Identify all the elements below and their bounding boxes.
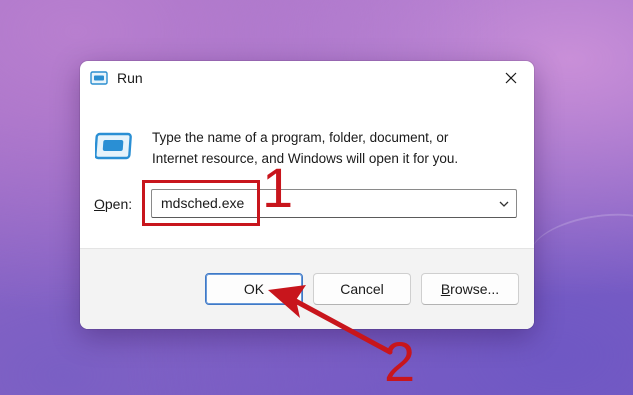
close-button[interactable] xyxy=(488,61,534,95)
instructions-line-1: Type the name of a program, folder, docu… xyxy=(152,130,449,145)
browse-button[interactable]: Browse... xyxy=(421,273,519,305)
chevron-down-icon[interactable] xyxy=(498,198,510,210)
wallpaper-swoosh xyxy=(526,205,633,287)
window-title: Run xyxy=(117,70,143,86)
open-label-mnemonic: O xyxy=(94,196,105,212)
step-1-number: 1 xyxy=(262,156,294,219)
ok-button[interactable]: OK xyxy=(205,273,303,305)
browse-mnemonic: B xyxy=(440,281,451,297)
title-bar[interactable]: Run xyxy=(80,61,534,95)
close-icon xyxy=(505,72,517,84)
cancel-button[interactable]: Cancel xyxy=(313,273,411,305)
cancel-button-label: Cancel xyxy=(340,281,384,297)
browse-button-label: Browse... xyxy=(441,281,499,297)
run-window-icon xyxy=(95,132,132,160)
open-label-rest: pen: xyxy=(104,196,133,212)
instructions-line-2: Internet resource, and Windows will open… xyxy=(152,151,459,166)
instructions-text: Type the name of a program, folder, docu… xyxy=(152,127,458,169)
open-label: Open: xyxy=(94,196,132,212)
step-2-number: 2 xyxy=(384,330,416,393)
browse-label-rest: rowse... xyxy=(450,281,500,297)
run-icon xyxy=(90,71,108,85)
highlight-box-step-1 xyxy=(142,180,260,226)
ok-button-label: OK xyxy=(243,281,265,297)
